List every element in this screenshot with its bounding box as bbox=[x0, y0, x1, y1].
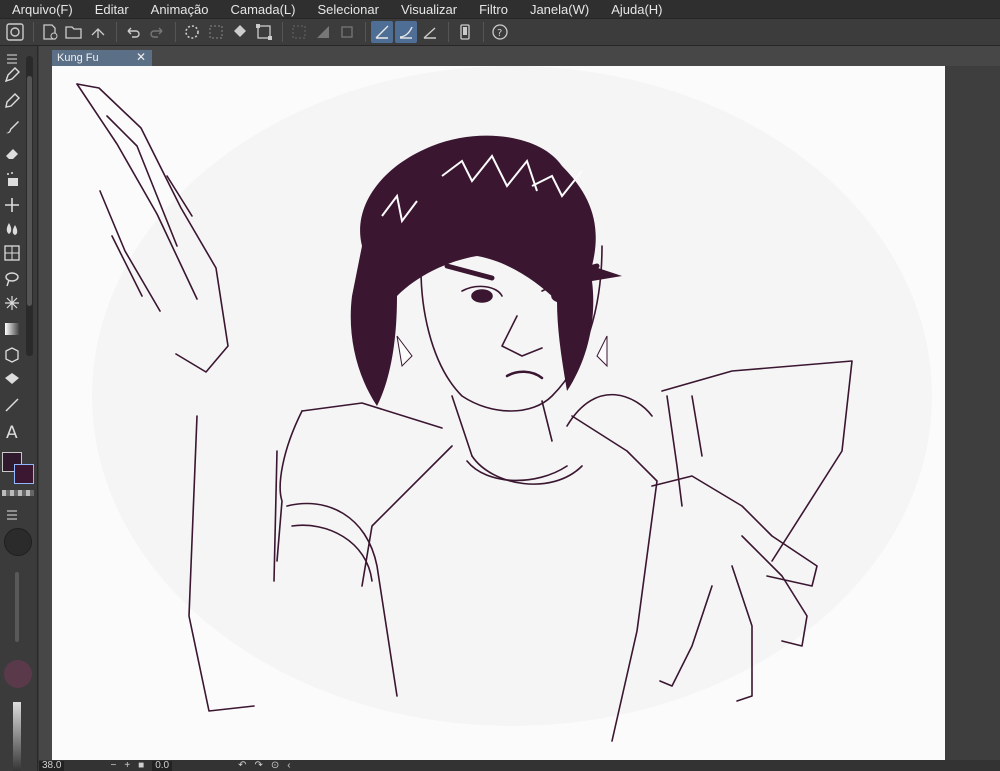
chevron-left-icon[interactable]: ‹ bbox=[287, 760, 290, 771]
menu-editar[interactable]: Editar bbox=[95, 2, 129, 17]
menu-visualizar[interactable]: Visualizar bbox=[401, 2, 457, 17]
fill-bucket-icon[interactable] bbox=[1, 368, 23, 390]
brush-density-slider[interactable] bbox=[13, 702, 21, 771]
clear-selection-icon[interactable] bbox=[288, 21, 310, 43]
menu-ajuda[interactable]: Ajuda(H) bbox=[611, 2, 662, 17]
blend-icon[interactable] bbox=[1, 218, 23, 240]
tab-kung-fu[interactable]: Kung Fu ✕ bbox=[52, 50, 152, 66]
zoom-in-button[interactable]: + bbox=[124, 760, 130, 771]
zoom-out-button[interactable]: − bbox=[110, 760, 116, 771]
line-icon[interactable] bbox=[1, 394, 23, 416]
pen-icon[interactable] bbox=[1, 64, 23, 86]
fill-icon[interactable] bbox=[229, 21, 251, 43]
lasso-icon[interactable] bbox=[1, 268, 23, 290]
tool-panel-scrollbar[interactable] bbox=[26, 56, 33, 356]
zoom-field[interactable]: 38.0 bbox=[39, 760, 65, 771]
selection-icon[interactable] bbox=[253, 21, 275, 43]
brush-color-preview bbox=[4, 660, 32, 688]
tool-panel: A bbox=[0, 46, 38, 771]
rotate-left-icon[interactable]: ↶ bbox=[238, 760, 246, 771]
brush-size-preview[interactable] bbox=[4, 528, 32, 556]
smartphone-icon[interactable] bbox=[454, 21, 476, 43]
close-icon[interactable]: ✕ bbox=[136, 50, 146, 64]
menu-camada[interactable]: Camada(L) bbox=[230, 2, 295, 17]
grid-snap-icon[interactable] bbox=[419, 21, 441, 43]
status-bar: 38.0 − + ■ 0.0 ↶ ↷ ⊙ ‹ bbox=[39, 760, 1000, 771]
airbrush-icon[interactable] bbox=[1, 168, 23, 190]
save-icon[interactable] bbox=[87, 21, 109, 43]
clip-studio-logo-icon[interactable] bbox=[4, 21, 26, 43]
brush-size-slider[interactable] bbox=[15, 572, 19, 642]
menu-filtro[interactable]: Filtro bbox=[479, 2, 508, 17]
svg-text:?: ? bbox=[497, 28, 502, 39]
transform-icon[interactable] bbox=[205, 21, 227, 43]
decoration-icon[interactable] bbox=[1, 194, 23, 216]
command-bar: ? bbox=[0, 18, 1000, 46]
menu-animacao[interactable]: Animação bbox=[151, 2, 209, 17]
frame-icon[interactable] bbox=[1, 242, 23, 264]
open-folder-icon[interactable] bbox=[63, 21, 85, 43]
menu-arquivo[interactable]: Arquivo(F) bbox=[12, 2, 73, 17]
redo-icon[interactable] bbox=[146, 21, 168, 43]
reset-rotation-icon[interactable]: ⊙ bbox=[271, 760, 279, 771]
selection-border-icon[interactable] bbox=[336, 21, 358, 43]
drawing-canvas[interactable] bbox=[52, 66, 945, 760]
right-panel-strip bbox=[945, 66, 1000, 760]
brush-icon[interactable] bbox=[1, 116, 23, 138]
stop-icon[interactable]: ■ bbox=[138, 760, 144, 771]
menu-janela[interactable]: Janela(W) bbox=[530, 2, 589, 17]
ruler-snap-icon[interactable] bbox=[371, 21, 393, 43]
special-ruler-snap-icon[interactable] bbox=[395, 21, 417, 43]
angle-field[interactable]: 0.0 bbox=[152, 760, 173, 771]
sub-color-swatch[interactable] bbox=[14, 464, 34, 484]
brush-size-menu-icon[interactable] bbox=[1, 504, 23, 526]
menu-selecionar[interactable]: Selecionar bbox=[318, 2, 379, 17]
text-icon[interactable]: A bbox=[1, 420, 23, 442]
help-icon[interactable]: ? bbox=[489, 21, 511, 43]
gradient-icon[interactable] bbox=[1, 318, 23, 340]
transparent-color-swatch[interactable] bbox=[2, 490, 34, 496]
pencil-icon[interactable] bbox=[1, 90, 23, 112]
tab-title: Kung Fu bbox=[57, 52, 99, 64]
undo-icon[interactable] bbox=[122, 21, 144, 43]
rotate-right-icon[interactable]: ↷ bbox=[255, 760, 263, 771]
new-file-icon[interactable] bbox=[39, 21, 61, 43]
loading-icon[interactable] bbox=[181, 21, 203, 43]
menu-bar: Arquivo(F) Editar Animação Camada(L) Sel… bbox=[0, 0, 1000, 18]
svg-text:A: A bbox=[6, 423, 18, 440]
object-icon[interactable] bbox=[1, 344, 23, 366]
magic-wand-icon[interactable] bbox=[1, 292, 23, 314]
hide-selection-icon[interactable] bbox=[312, 21, 334, 43]
eraser-icon[interactable] bbox=[1, 142, 23, 164]
